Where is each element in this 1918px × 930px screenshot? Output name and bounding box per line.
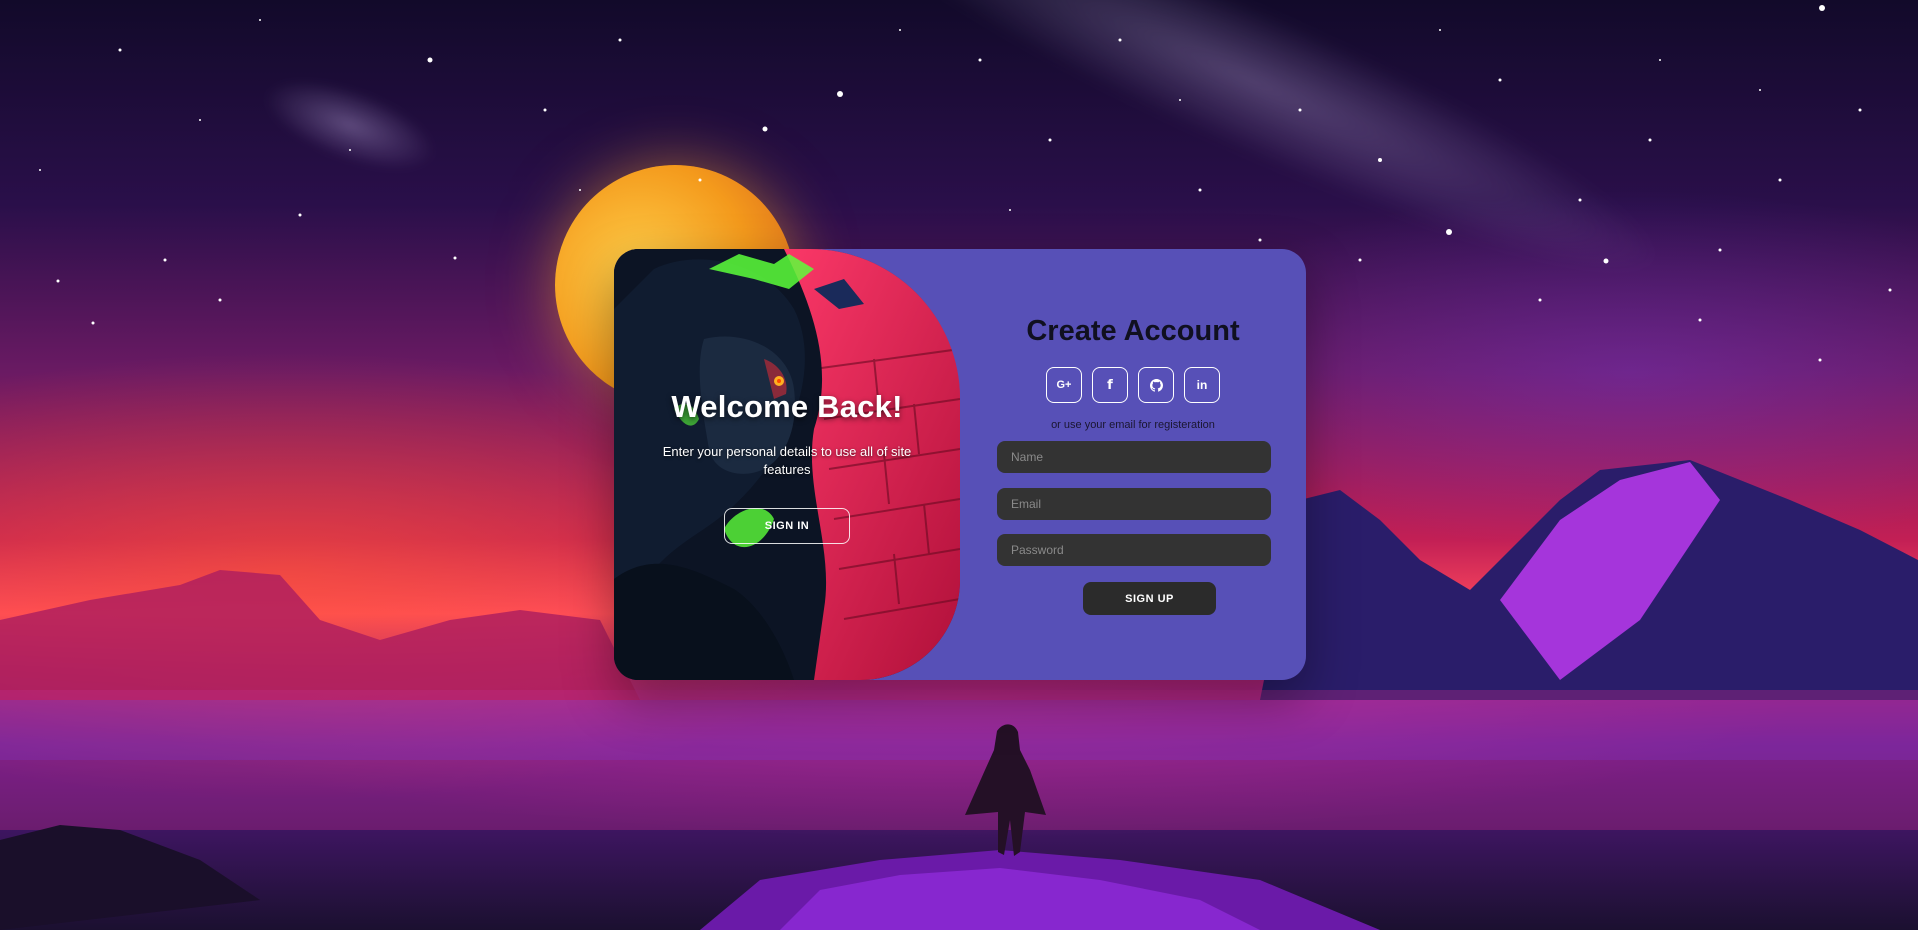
welcome-content: Welcome Back! Enter your personal detail… <box>614 249 960 680</box>
welcome-subtitle: Enter your personal details to use all o… <box>662 444 912 477</box>
email-field[interactable] <box>997 488 1271 520</box>
email-divider-text: or use your email for registeration <box>1051 419 1215 431</box>
create-account-title: Create Account <box>1026 315 1240 347</box>
password-field[interactable] <box>997 534 1271 566</box>
facebook-icon: f <box>1107 377 1113 393</box>
social-login-row: G+ f in <box>960 367 1306 403</box>
linkedin-button[interactable]: in <box>1184 367 1220 403</box>
welcome-title: Welcome Back! <box>671 389 903 424</box>
welcome-panel: Welcome Back! Enter your personal detail… <box>614 249 960 680</box>
background-scene: Welcome Back! Enter your personal detail… <box>0 0 1918 930</box>
google-plus-icon: G+ <box>1056 379 1072 391</box>
facebook-button[interactable]: f <box>1092 367 1128 403</box>
linkedin-icon: in <box>1196 378 1208 392</box>
name-field[interactable] <box>997 441 1271 473</box>
google-plus-button[interactable]: G+ <box>1046 367 1082 403</box>
github-button[interactable] <box>1138 367 1174 403</box>
sign-up-button[interactable]: SIGN UP <box>1083 582 1216 615</box>
sign-in-button[interactable]: SIGN IN <box>724 508 850 544</box>
github-icon <box>1149 378 1163 392</box>
auth-card: Welcome Back! Enter your personal detail… <box>614 249 1306 680</box>
signup-panel: Create Account G+ f in or use your email <box>960 249 1306 680</box>
